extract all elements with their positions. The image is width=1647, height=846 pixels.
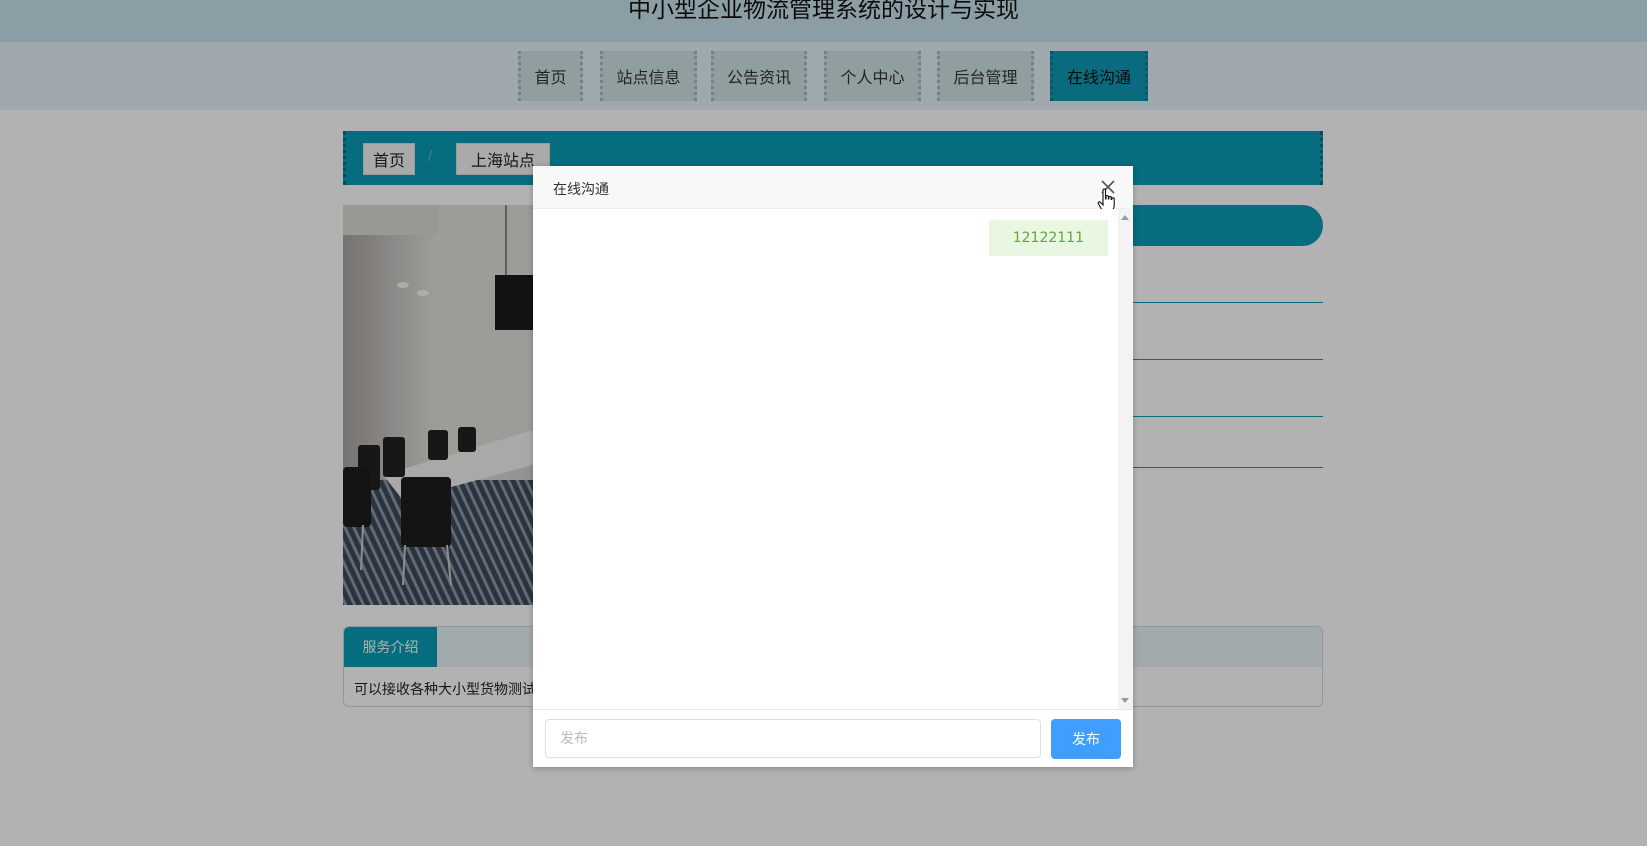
- chat-scrollbar[interactable]: [1118, 209, 1133, 709]
- close-button[interactable]: [1099, 178, 1117, 196]
- chat-dialog: 在线沟通 12122111 发布: [533, 166, 1133, 767]
- scroll-down-icon[interactable]: [1121, 698, 1129, 703]
- chat-message-list[interactable]: 12122111: [533, 209, 1118, 709]
- chat-dialog-title: 在线沟通: [553, 182, 609, 198]
- chat-message-bubble: 12122111: [988, 220, 1108, 256]
- send-button[interactable]: 发布: [1051, 719, 1121, 759]
- scroll-up-icon[interactable]: [1121, 215, 1129, 220]
- close-icon: [1101, 180, 1115, 194]
- chat-dialog-header: 在线沟通: [533, 166, 1133, 213]
- chat-input-bar: 发布: [533, 709, 1133, 767]
- message-input[interactable]: [545, 719, 1041, 758]
